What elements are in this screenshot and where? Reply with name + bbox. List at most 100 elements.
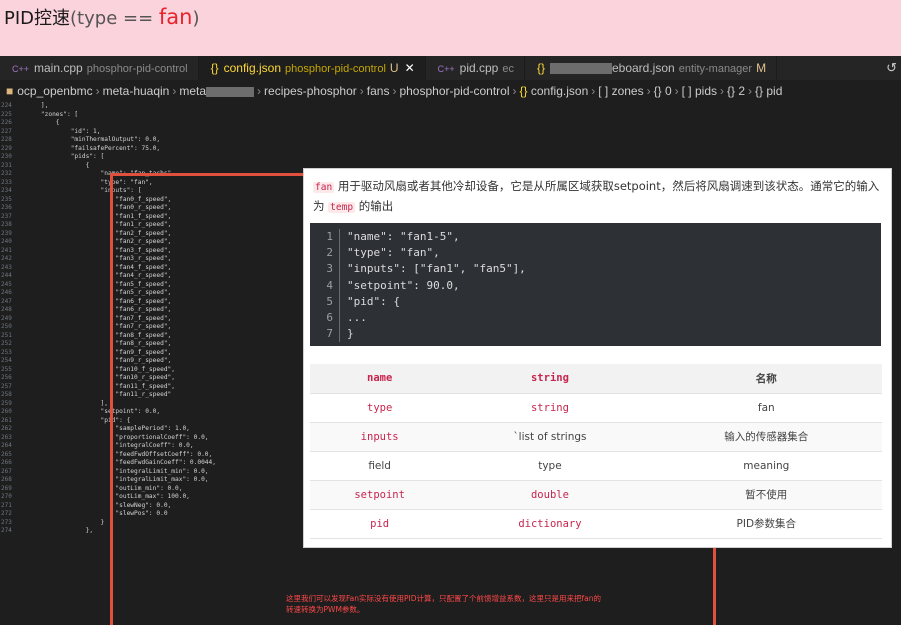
tab-config-json[interactable]: {} config.json phosphor-pid-control U ✕ [198, 56, 426, 80]
line-number: 6 [310, 310, 340, 327]
code-line: "integralLimit_min": 0.0, [26, 467, 209, 475]
table-row: field type meaning [310, 451, 882, 481]
code-line: "fan11_f_speed", [26, 382, 176, 390]
line-number: 234 [1, 187, 12, 194]
table-header-row: name string 名称 [310, 364, 882, 394]
breadcrumb-item[interactable]: meta-huaqin [103, 84, 170, 98]
line-number: 239 [1, 229, 12, 237]
tab-pid-cpp[interactable]: C++ pid.cpp ec [426, 56, 525, 80]
code-line: "fan11_r_speed" [26, 391, 172, 398]
tab-sublabel: phosphor-pid-control [86, 63, 188, 75]
line-number: 233 [1, 178, 12, 186]
breadcrumb-item[interactable]: config.json [531, 84, 588, 98]
code-line: 6... [310, 310, 881, 327]
history-icon[interactable]: ↺ [886, 60, 897, 76]
breadcrumb-item[interactable]: fans [367, 84, 390, 98]
code-line: "feedFwdGainCoeff": 0.0044, [26, 459, 216, 466]
tab-eboard-json[interactable]: {} eboard.json entity-manager M [525, 56, 778, 80]
code-line: "slewPos": 0.0 [26, 510, 168, 517]
tab-label: main.cpp [34, 61, 83, 75]
code-line: "fan2_r_speed", [26, 238, 172, 245]
breadcrumb-item[interactable]: meta [179, 84, 206, 98]
tab-sublabel: phosphor-pid-control [285, 63, 386, 75]
code-line: "minThermalOutput": 0.0, [26, 136, 161, 143]
breadcrumb-item[interactable]: recipes-phosphor [264, 84, 357, 98]
code-text: "inputs": ["fan1", "fan5"], [347, 262, 526, 276]
table-cell: type [449, 451, 651, 481]
breadcrumb-item[interactable]: {} 0 [654, 84, 672, 98]
line-number: 3 [310, 261, 340, 278]
code-line: "fan9_f_speed", [26, 348, 172, 356]
line-number: 242 [1, 255, 12, 262]
line-number: 254 [1, 357, 12, 364]
code-text[interactable]: ], "zones": [ { "id": 1, "minThermalOutp… [26, 102, 316, 625]
breadcrumb-item[interactable]: [ ] pids [682, 84, 717, 98]
line-number: 230 [1, 153, 12, 160]
breadcrumb-item[interactable]: phosphor-pid-control [399, 84, 509, 98]
line-number: 262 [1, 425, 12, 432]
code-text: "type": "fan", [347, 246, 440, 260]
breadcrumb-item[interactable]: {} 2 [727, 84, 745, 98]
line-number: 261 [1, 416, 12, 424]
code-line: 4 "setpoint": 90.0, [310, 277, 881, 294]
table-cell: inputs [310, 422, 450, 452]
line-number: 273 [1, 518, 12, 526]
chevron-right-icon: › [674, 84, 679, 98]
code-line: "fan8_r_speed", [26, 340, 172, 347]
code-line: "pids": [ [26, 153, 105, 160]
table-row: pid dictionary PID参数集合 [310, 509, 882, 539]
code-line: "fan3_f_speed", [26, 246, 172, 254]
line-number: 224 [1, 102, 12, 109]
close-icon[interactable]: ✕ [405, 61, 415, 75]
code-text: } [347, 327, 354, 341]
chevron-right-icon: › [591, 84, 596, 98]
cpp-file-icon: C++ [12, 64, 30, 74]
line-number: 252 [1, 340, 12, 347]
line-number: 271 [1, 501, 12, 509]
code-line: "type": "fan", [26, 178, 153, 186]
table-cell: pid [310, 509, 450, 539]
tab-label: config.json [223, 61, 281, 75]
inline-code: fan [313, 182, 335, 193]
table-row: setpoint double 暂不使用 [310, 480, 882, 510]
line-number: 251 [1, 331, 12, 339]
code-text: "pid": { [347, 294, 400, 308]
line-number: 4 [310, 277, 340, 294]
code-line: ], [26, 399, 108, 407]
code-line: "failsafePercent": 75.0, [26, 144, 161, 152]
line-number: 268 [1, 476, 12, 483]
code-line: "fan7_f_speed", [26, 314, 172, 322]
table-cell: 暂不使用 [650, 480, 882, 510]
line-number: 250 [1, 323, 12, 330]
tab-main-cpp[interactable]: C++ main.cpp phosphor-pid-control [0, 56, 199, 80]
breadcrumb-item[interactable]: {} pid [755, 84, 782, 98]
chevron-right-icon: › [95, 84, 100, 98]
chevron-right-icon: › [172, 84, 177, 98]
line-number: 263 [1, 433, 12, 441]
code-line: "samplePeriod": 1.0, [26, 425, 190, 432]
breadcrumb-item[interactable]: [ ] zones [598, 84, 643, 98]
table-cell: type [310, 393, 450, 423]
table-row: type string fan [310, 393, 882, 423]
chevron-right-icon: › [257, 84, 262, 98]
line-number: 274 [1, 527, 12, 534]
line-number: 235 [1, 195, 12, 203]
table-row: inputs `list of strings 输入的传感器集合 [310, 422, 882, 452]
breadcrumb-item[interactable]: ocp_openbmc [17, 84, 92, 98]
code-line: "fan0_f_speed", [26, 195, 172, 203]
code-line: "fan8_f_speed", [26, 331, 172, 339]
code-line: "fan7_r_speed", [26, 323, 172, 330]
code-line: "proportionalCoeff": 0.0, [26, 433, 209, 441]
line-number: 244 [1, 272, 12, 279]
line-number: 248 [1, 306, 12, 313]
code-editor: C++ main.cpp phosphor-pid-control {} config… [0, 56, 901, 625]
code-line: "fan5_f_speed", [26, 280, 172, 288]
code-line: 7} [310, 326, 881, 343]
table-cell: meaning [650, 451, 882, 481]
chevron-right-icon: › [392, 84, 397, 98]
code-line: } [26, 518, 105, 526]
line-number: 258 [1, 391, 12, 398]
table-header-cell: name [310, 364, 450, 394]
line-number: 2 [310, 245, 340, 262]
code-line: "fan6_f_speed", [26, 297, 172, 305]
